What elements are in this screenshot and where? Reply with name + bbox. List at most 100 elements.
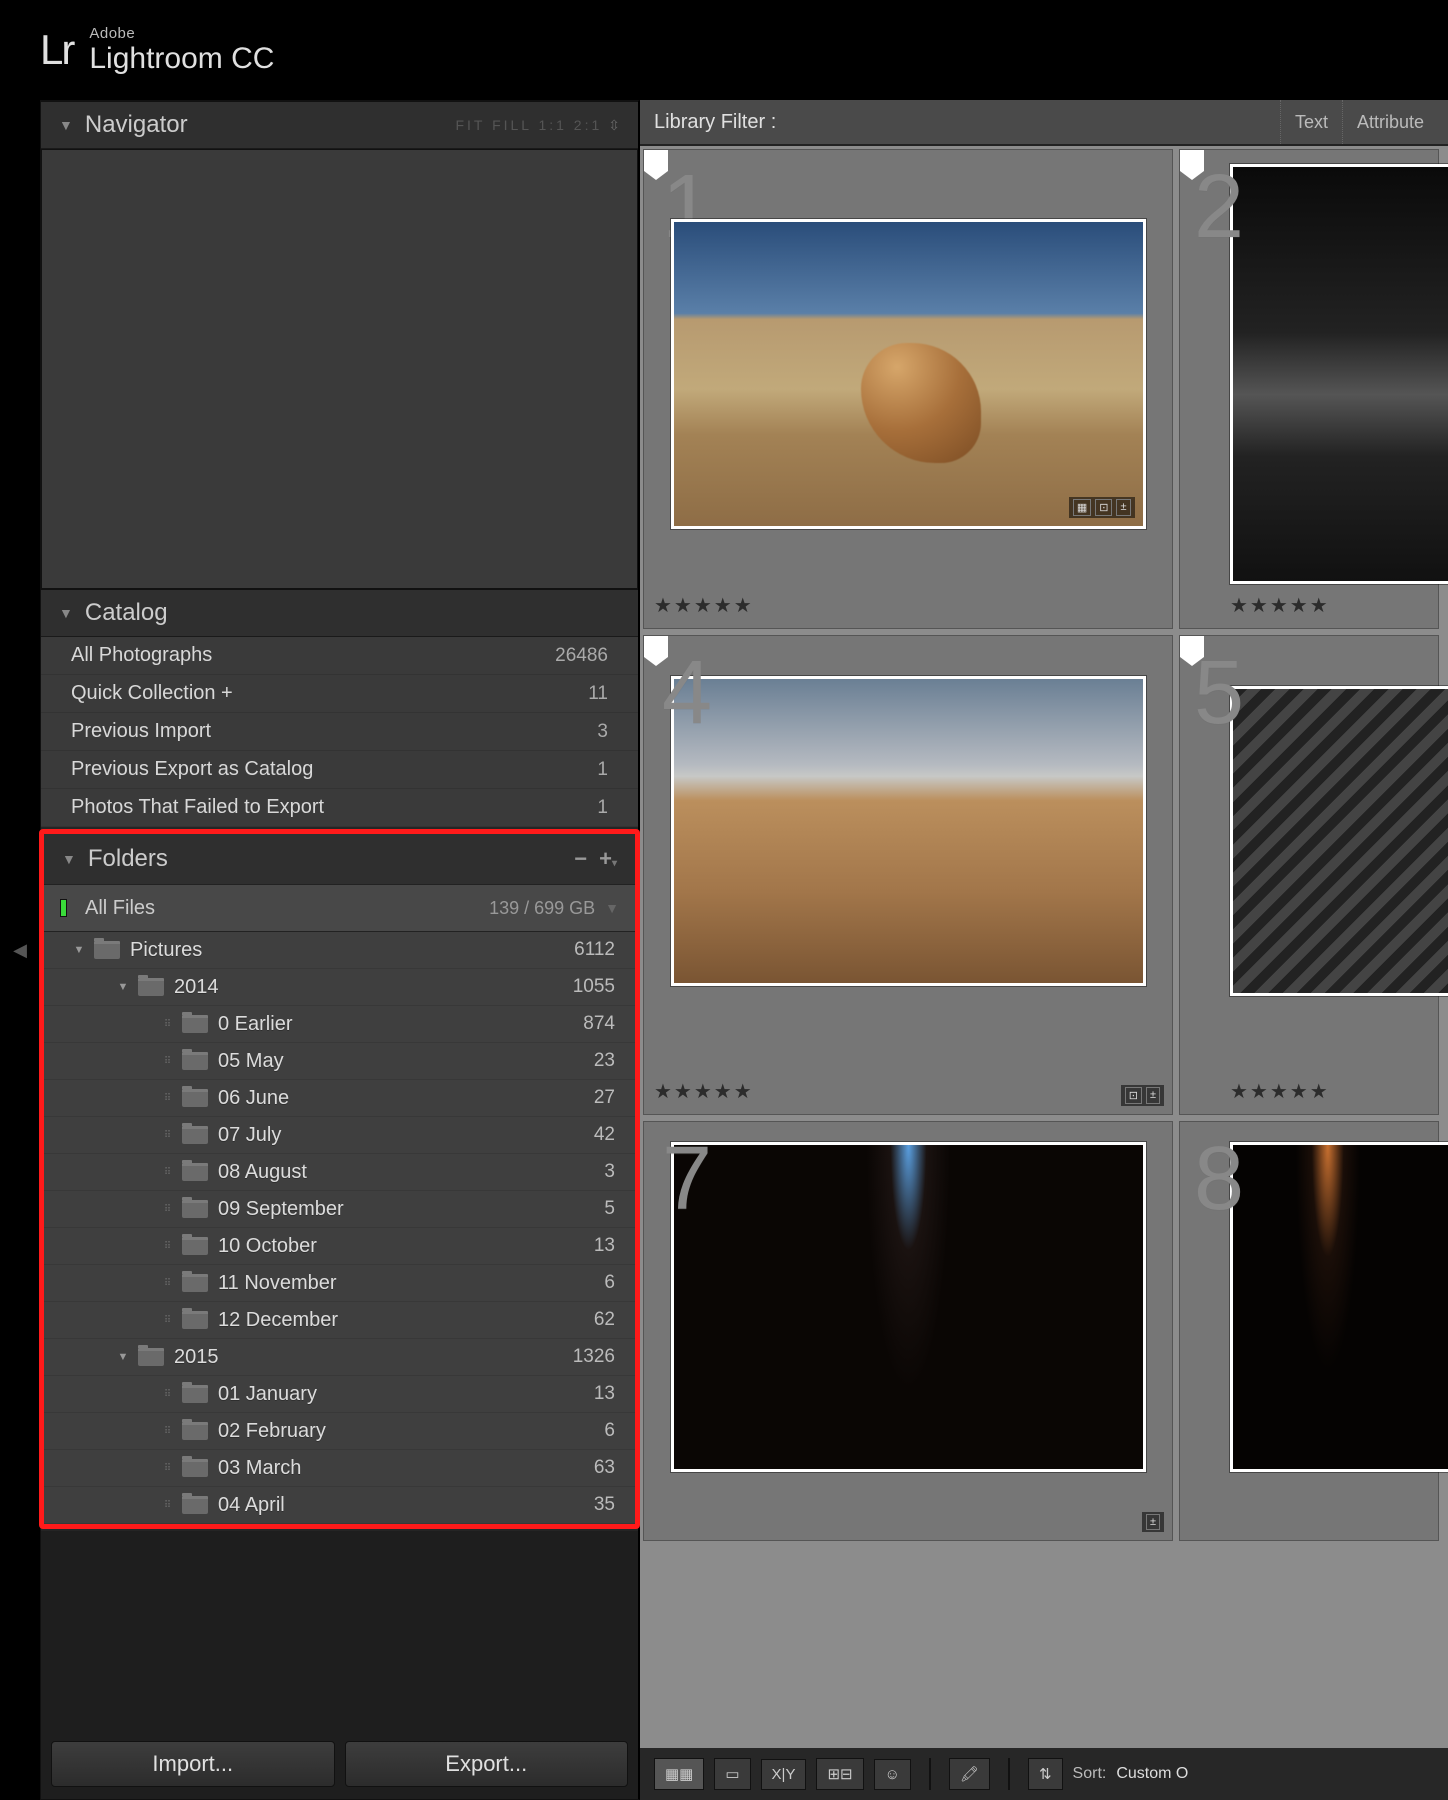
thumbnail[interactable] (1230, 1142, 1448, 1472)
collapsed-leaf-icon[interactable]: ⠿ (152, 1093, 182, 1104)
cell-index: 4 (662, 642, 712, 745)
folder-row[interactable]: ⠿04 April35 (44, 1487, 635, 1524)
thumbnail[interactable] (1230, 686, 1448, 996)
folder-row[interactable]: ⠿ 06 June27 (44, 1080, 635, 1117)
grid-cell[interactable]: 8 (1179, 1121, 1439, 1541)
folder-row[interactable]: ⠿12 December62 (44, 1302, 635, 1339)
folder-count: 6 (604, 1420, 635, 1442)
chevron-down-icon[interactable]: ▼ (108, 981, 138, 993)
filter-attribute-tab[interactable]: Attribute (1342, 100, 1438, 144)
thumb-badges: ± (1142, 1512, 1164, 1532)
folder-label: 05 May (218, 1050, 594, 1073)
collapsed-leaf-icon[interactable]: ⠿ (152, 1426, 182, 1437)
navigator-panel-header[interactable]: ▼ Navigator FIT FILL 1:1 2:1 ⇳ (41, 101, 638, 149)
catalog-panel-header[interactable]: ▼ Catalog (41, 589, 638, 637)
thumbnail[interactable]: ± (671, 1142, 1146, 1472)
left-collapse-gutter[interactable]: ◀ (0, 100, 40, 1800)
zoom-levels[interactable]: FIT FILL 1:1 2:1 (455, 117, 602, 133)
folder-row[interactable]: ⠿05 May23 (44, 1043, 635, 1080)
star-rating[interactable]: ★★★★★ (1190, 1079, 1428, 1104)
folder-row[interactable]: ⠿08 August3 (44, 1154, 635, 1191)
catalog-item[interactable]: Previous Import 3 (41, 713, 638, 751)
thumbnail-grid[interactable]: 1 ▦⊡± ★★★★★ 2 ★★★★★ (640, 146, 1448, 1748)
folder-label: 06 June (218, 1087, 594, 1110)
folder-icon (182, 1311, 208, 1329)
collapsed-leaf-icon[interactable]: ⠿ (152, 1019, 182, 1030)
chevron-down-icon[interactable]: ▼ (64, 944, 94, 956)
export-button[interactable]: Export... (345, 1741, 629, 1787)
folder-count: 63 (594, 1457, 635, 1479)
compare-view-icon[interactable]: X|Y (761, 1759, 807, 1790)
folder-row[interactable]: ⠿10 October13 (44, 1228, 635, 1265)
cell-index: 7 (662, 1128, 712, 1231)
folder-row[interactable]: ▼Pictures6112 (44, 932, 635, 969)
app-header: Lr Adobe Lightroom CC (0, 0, 1448, 100)
catalog-title: Catalog (85, 599, 168, 627)
sort-direction-icon[interactable]: ⇅ (1028, 1758, 1063, 1790)
folder-row[interactable]: ⠿01 January13 (44, 1376, 635, 1413)
folder-tree: ▼Pictures6112▼20141055⠿0 Earlier874⠿05 M… (44, 932, 635, 1524)
folder-icon (182, 1089, 208, 1107)
collapsed-leaf-icon[interactable]: ⠿ (152, 1315, 182, 1326)
grid-cell[interactable]: 7 ± (643, 1121, 1173, 1541)
catalog-item[interactable]: Quick Collection + 11 (41, 675, 638, 713)
thumbnail[interactable]: ▦⊡± (671, 219, 1146, 529)
sort-value[interactable]: Custom O (1116, 1765, 1188, 1783)
left-sidebar: ▼ Navigator FIT FILL 1:1 2:1 ⇳ ▼ Catalog… (40, 100, 640, 1800)
folder-count: 6 (604, 1272, 635, 1294)
bottom-toolbar: ▦▦ ▭ X|Y ⊞⊟ ☺ 🖍 ⇅ Sort: Custom O (640, 1748, 1448, 1800)
folder-count: 27 (594, 1087, 635, 1109)
folder-count: 35 (594, 1494, 635, 1516)
collapsed-leaf-icon[interactable]: ⠿ (152, 1278, 182, 1289)
navigator-preview[interactable] (41, 149, 638, 589)
chevron-down-icon[interactable]: ▼ (108, 1351, 138, 1363)
folder-row[interactable]: ⠿09 September5 (44, 1191, 635, 1228)
survey-view-icon[interactable]: ⊞⊟ (816, 1758, 863, 1790)
catalog-item-label: Photos That Failed to Export (71, 796, 324, 819)
grid-view-icon[interactable]: ▦▦ (654, 1758, 704, 1790)
minus-icon[interactable]: − (574, 846, 587, 872)
import-button[interactable]: Import... (51, 1741, 335, 1787)
chevron-down-icon[interactable]: ▼ (605, 900, 619, 916)
folder-label: 2014 (174, 976, 573, 999)
folders-panel-header[interactable]: ▼ Folders − +▾ (44, 834, 635, 884)
grid-cell[interactable]: 2 ★★★★★ (1179, 149, 1439, 629)
folder-row[interactable]: ⠿0 Earlier874 (44, 1006, 635, 1043)
brand-sup: Adobe (89, 25, 274, 42)
folder-row[interactable]: ⠿11 November6 (44, 1265, 635, 1302)
grid-cell[interactable]: 5 ★★★★★ (1179, 635, 1439, 1115)
grid-cell[interactable]: 4 ⊡± ★★★★★ (643, 635, 1173, 1115)
collapsed-leaf-icon[interactable]: ⠿ (152, 1167, 182, 1178)
collapsed-leaf-icon[interactable]: ⠿ (152, 1463, 182, 1474)
collapsed-leaf-icon[interactable]: ⠿ (152, 1500, 182, 1511)
grid-cell[interactable]: 1 ▦⊡± ★★★★★ (643, 149, 1173, 629)
star-rating[interactable]: ★★★★★ (1190, 593, 1428, 618)
catalog-item[interactable]: Photos That Failed to Export 1 (41, 789, 638, 827)
plus-icon[interactable]: +▾ (599, 846, 617, 872)
painter-icon[interactable]: 🖍 (949, 1758, 990, 1790)
folder-row[interactable]: ⠿03 March63 (44, 1450, 635, 1487)
star-rating[interactable]: ★★★★★ (654, 593, 1162, 618)
collapsed-leaf-icon[interactable]: ⠿ (152, 1204, 182, 1215)
thumbnail[interactable]: ⊡± (671, 676, 1146, 986)
catalog-item[interactable]: All Photographs 26486 (41, 637, 638, 675)
folder-row[interactable]: ⠿07 July42 (44, 1117, 635, 1154)
folder-row[interactable]: ▼20151326 (44, 1339, 635, 1376)
folder-row[interactable]: ⠿02 February6 (44, 1413, 635, 1450)
thumbnail[interactable] (1230, 164, 1448, 584)
folder-count: 1055 (573, 976, 635, 998)
cell-index: 2 (1194, 156, 1244, 259)
collapsed-leaf-icon[interactable]: ⠿ (152, 1241, 182, 1252)
folder-label: 07 July (218, 1124, 594, 1147)
star-rating[interactable]: ★★★★★ (654, 1079, 1162, 1104)
catalog-item[interactable]: Previous Export as Catalog 1 (41, 751, 638, 789)
loupe-view-icon[interactable]: ▭ (714, 1758, 750, 1790)
volume-bar[interactable]: All Files 139 / 699 GB ▼ (44, 884, 635, 932)
filter-text-tab[interactable]: Text (1280, 100, 1342, 144)
collapsed-leaf-icon[interactable]: ⠿ (152, 1389, 182, 1400)
folder-row[interactable]: ▼ 20141055 (44, 969, 635, 1006)
collapsed-leaf-icon[interactable]: ⠿ (152, 1056, 182, 1067)
people-view-icon[interactable]: ☺ (874, 1759, 911, 1790)
zoom-stepper-icon[interactable]: ⇳ (608, 117, 620, 134)
collapsed-leaf-icon[interactable]: ⠿ (152, 1130, 182, 1141)
